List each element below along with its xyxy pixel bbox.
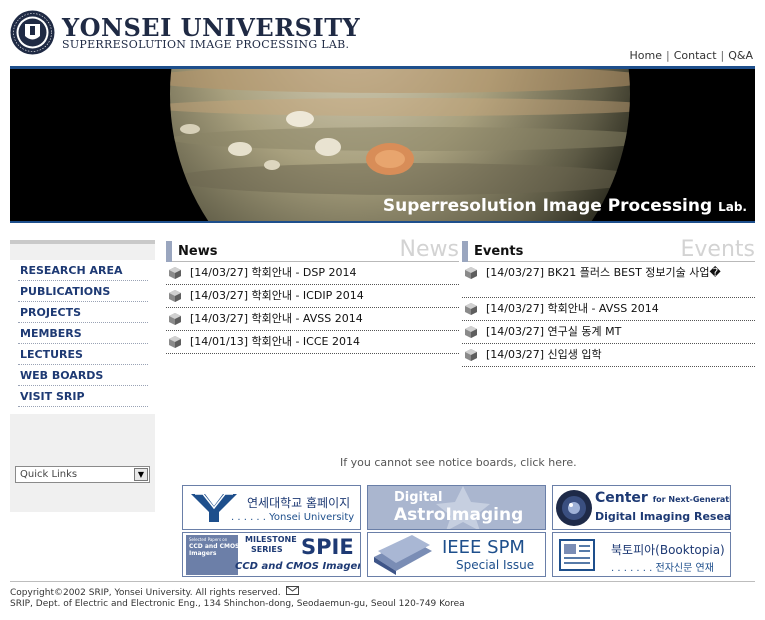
booktopia-banner[interactable]: 북토피아(Booktopia) . . . . . . . 전자신문 연재 bbox=[552, 532, 731, 577]
cube-bullet-icon bbox=[169, 267, 181, 279]
ieee-banner-subtitle: Special Issue bbox=[456, 558, 535, 572]
newspaper-icon bbox=[559, 539, 595, 571]
hero-banner: Superresolution Image Processing Lab. bbox=[10, 66, 755, 223]
spie-line3: CCD and CMOS Imagers bbox=[235, 561, 361, 572]
events-board: Events Events [14/03/27] BK21 플러스 BEST 정… bbox=[462, 237, 756, 367]
yonsei-banner-subtitle-text: Yonsei University bbox=[269, 512, 355, 523]
lab-name: SUPERRESOLUTION IMAGE PROCESSING LAB. bbox=[62, 38, 350, 51]
dropdown-arrow-icon[interactable]: ▼ bbox=[134, 468, 148, 481]
cube-bullet-icon bbox=[169, 313, 181, 325]
quick-links-label: Quick Links bbox=[20, 469, 78, 480]
news-item[interactable]: [14/03/27] 학회안내 - ICDIP 2014 bbox=[166, 285, 459, 308]
qa-link[interactable]: Q&A bbox=[728, 49, 753, 62]
top-links: Home | Contact | Q&A bbox=[629, 49, 753, 62]
sidebar-item-members[interactable]: MEMBERS bbox=[18, 323, 148, 344]
event-item-text: [14/03/27] 신입생 입학 bbox=[486, 348, 602, 361]
spie-milestone-banner[interactable]: Selected Papers on CCD and CMOS Imagers … bbox=[182, 532, 361, 577]
yonsei-homepage-banner[interactable]: 연세대학교 홈페이지 . . . . . . Yonsei University bbox=[182, 485, 361, 530]
news-title[interactable]: News bbox=[178, 243, 217, 261]
cube-bullet-icon bbox=[465, 349, 477, 361]
center-banner-title: Center for Next-Generation bbox=[595, 490, 730, 506]
center-digital-imaging-banner[interactable]: Center for Next-Generation Digital Imagi… bbox=[552, 485, 731, 530]
booktopia-banner-subtitle-text: 전자신문 연재 bbox=[655, 563, 714, 574]
spie-cover-small2: CCD and CMOS bbox=[189, 543, 240, 550]
center-banner-title-small: for Next-Generation bbox=[652, 495, 730, 504]
notice-link[interactable]: If you cannot see notice boards, click h… bbox=[340, 456, 577, 469]
footer-address: SRIP, Dept. of Electric and Electronic E… bbox=[10, 599, 465, 609]
quick-links-select[interactable]: Quick Links ▼ bbox=[15, 466, 150, 483]
sidebar-item-publications[interactable]: PUBLICATIONS bbox=[18, 281, 148, 302]
yonsei-banner-title: 연세대학교 홈페이지 bbox=[247, 496, 351, 510]
event-item[interactable]: [14/03/27] 신입생 입학 bbox=[462, 344, 755, 367]
spie-cover-small1: Selected Papers on bbox=[189, 537, 228, 542]
event-item[interactable]: [14/03/27] 학회안내 - AVSS 2014 bbox=[462, 298, 755, 321]
spie-cover-small3: Imagers bbox=[189, 550, 217, 557]
spie-book-cover: Selected Papers on CCD and CMOS Imagers bbox=[186, 535, 240, 575]
news-item-text: [14/03/27] 학회안내 - AVSS 2014 bbox=[190, 312, 363, 325]
cube-bullet-icon bbox=[169, 290, 181, 302]
yonsei-banner-subtitle: . . . . . . Yonsei University bbox=[231, 512, 355, 523]
astro-banner-line2: AstroImaging bbox=[394, 505, 524, 525]
university-seal-logo[interactable] bbox=[10, 10, 55, 55]
books-icon bbox=[374, 535, 432, 575]
events-header: Events Events bbox=[462, 237, 756, 262]
booktopia-banner-title: 북토피아(Booktopia) bbox=[611, 543, 725, 557]
banner-caption-suffix: Lab. bbox=[718, 200, 747, 214]
news-ghost-title: News bbox=[399, 237, 459, 262]
event-item-text: [14/03/27] 연구실 동계 MT bbox=[486, 325, 622, 338]
events-ghost-title: Events bbox=[680, 237, 756, 262]
cube-bullet-icon bbox=[465, 326, 477, 338]
news-board: News News [14/03/27] 학회안내 - DSP 2014 [14… bbox=[166, 237, 459, 354]
spie-line1: MILESTONE bbox=[245, 535, 297, 544]
event-item-text: [14/03/27] 학회안내 - AVSS 2014 bbox=[486, 302, 659, 315]
news-item[interactable]: [14/03/27] 학회안내 - AVSS 2014 bbox=[166, 308, 459, 331]
ieee-spm-banner[interactable]: IEEE SPM Special Issue bbox=[367, 532, 546, 577]
news-header: News News bbox=[166, 237, 459, 262]
event-item-text: [14/03/27] BK21 플러스 BEST 정보기술 사업� bbox=[486, 266, 721, 279]
event-item[interactable]: [14/03/27] 연구실 동계 MT bbox=[462, 321, 755, 344]
center-banner-subtitle: Digital Imaging Research bbox=[595, 510, 731, 523]
events-title[interactable]: Events bbox=[474, 243, 523, 261]
cube-bullet-icon bbox=[465, 303, 477, 315]
camera-lens-icon bbox=[556, 490, 592, 526]
cube-bullet-icon bbox=[169, 336, 181, 348]
sidebar-item-visit-srip[interactable]: VISIT SRIP bbox=[18, 386, 148, 407]
news-item-text: [14/03/27] 학회안내 - DSP 2014 bbox=[190, 266, 357, 279]
banner-caption: Superresolution Image Processing Lab. bbox=[383, 196, 747, 217]
copyright-text: Copyright©2002 SRIP, Yonsei University. … bbox=[10, 588, 281, 598]
news-list: [14/03/27] 학회안내 - DSP 2014 [14/03/27] 학회… bbox=[166, 262, 459, 354]
spie-big: SPIE bbox=[301, 535, 354, 559]
sidebar-item-web-boards[interactable]: WEB BOARDS bbox=[18, 365, 148, 386]
cube-bullet-icon bbox=[465, 267, 477, 279]
sidebar-item-projects[interactable]: PROJECTS bbox=[18, 302, 148, 323]
news-item-text: [14/03/27] 학회안내 - ICDIP 2014 bbox=[190, 289, 364, 302]
event-item[interactable]: [14/03/27] BK21 플러스 BEST 정보기술 사업� bbox=[462, 262, 755, 298]
footer-divider bbox=[10, 581, 755, 582]
contact-link[interactable]: Contact bbox=[674, 49, 717, 62]
home-link[interactable]: Home bbox=[630, 49, 662, 62]
spie-line2: SERIES bbox=[251, 545, 283, 554]
news-item-text: [14/01/13] 학회안내 - ICCE 2014 bbox=[190, 335, 360, 348]
news-item[interactable]: [14/03/27] 학회안내 - DSP 2014 bbox=[166, 262, 459, 285]
booktopia-banner-subtitle: . . . . . . . 전자신문 연재 bbox=[611, 563, 714, 574]
news-item[interactable]: [14/01/13] 학회안내 - ICCE 2014 bbox=[166, 331, 459, 354]
astro-banner-line1: Digital bbox=[394, 490, 443, 505]
sidebar-item-lectures[interactable]: LECTURES bbox=[18, 344, 148, 365]
sidebar-menu: RESEARCH AREA PUBLICATIONS PROJECTS MEMB… bbox=[18, 260, 148, 407]
events-list: [14/03/27] BK21 플러스 BEST 정보기술 사업� [14/03… bbox=[462, 262, 755, 367]
digital-astroimaging-banner[interactable]: Digital AstroImaging bbox=[367, 485, 546, 530]
ieee-banner-title: IEEE SPM bbox=[442, 537, 525, 558]
center-banner-title-text: Center bbox=[595, 490, 648, 506]
sidebar: RESEARCH AREA PUBLICATIONS PROJECTS MEMB… bbox=[10, 240, 155, 512]
sidebar-item-research-area[interactable]: RESEARCH AREA bbox=[18, 260, 148, 281]
banner-caption-text: Superresolution Image Processing bbox=[382, 196, 713, 216]
